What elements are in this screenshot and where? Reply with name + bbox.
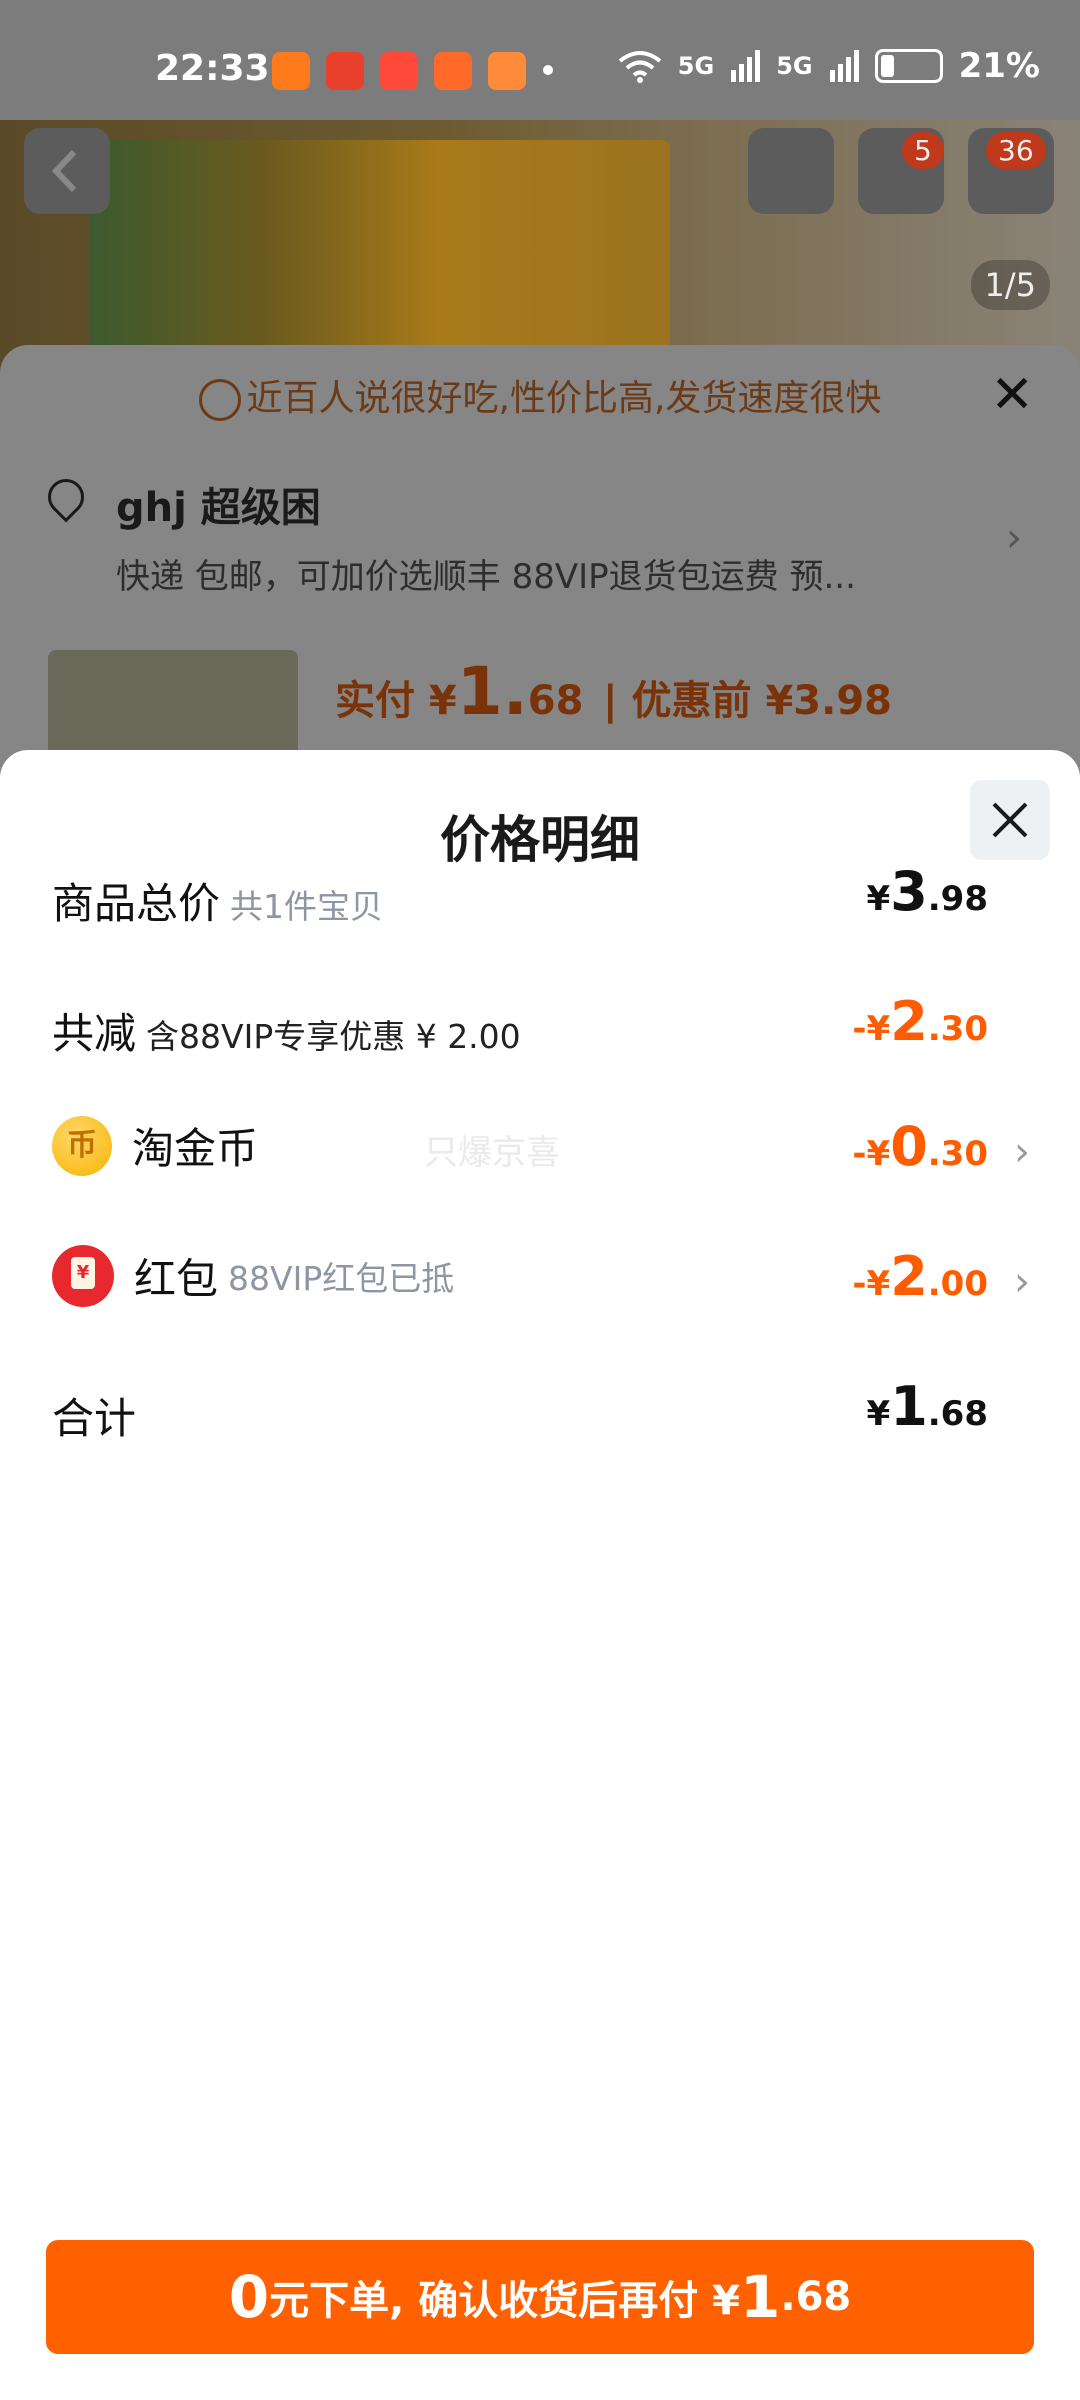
chat-bubble-icon [198,379,241,421]
row-label: 合计 [52,1385,136,1446]
coin-icon: 币 [52,1115,112,1176]
status-time: 22:33 [155,48,270,89]
review-banner-text: 近百人说很好吃,性价比高,发货速度很快 [246,378,882,419]
app-icon-1 [272,52,310,90]
signal-bars-icon-1 [731,50,761,82]
price-label: 实付 ¥ [335,678,457,724]
close-icon [992,802,1028,838]
battery-percent: 21% [958,46,1040,86]
notification-icons [272,52,526,90]
row-label: 商品总价 共1件宝贝 [52,870,383,931]
chevron-right-icon: › [1014,1129,1030,1175]
item-count: 共1件宝贝 [230,887,384,926]
total-label: 合计 [52,1394,137,1443]
place-order-button[interactable]: 0 元下单, 确认收货后再付 ¥1.68 [46,2240,1034,2354]
status-bar: 22:33 5G 5G 21% [0,0,1080,120]
cart-badge: 5 [902,132,944,169]
signal-icon-2: 5G [776,52,813,80]
more-badge: 36 [986,132,1046,169]
red-packet-amount: -¥2.00 [852,1245,988,1308]
app-icon-2 [326,52,364,90]
subtotal-label: 商品总价 [52,879,221,928]
taojinbi-amount: -¥0.30 [852,1115,988,1178]
watermark-text: 只爆京喜 [424,1133,560,1173]
chevron-right-icon: › [1006,515,1022,561]
pay-later-dec: .68 [780,2274,852,2320]
vip-discount-note: 含88VIP专享优惠 ¥ 2.00 [146,1017,521,1056]
battery-icon [874,49,943,83]
order-text: 元下单, 确认收货后再付 ¥ [269,2278,741,2324]
taojinbi-label: 淘金币 [132,1124,259,1173]
total-discount-amount: -¥2.30 [852,990,988,1053]
red-packet-note: 88VIP红包已抵 [228,1259,455,1298]
pay-later-int: 1 [740,2263,781,2331]
zero-amount: 0 [228,2263,270,2331]
row-label: 币淘金币 [52,1115,258,1176]
price-dec: 68 [527,678,584,724]
product-image [90,140,670,380]
wifi-icon [618,51,662,83]
chevron-right-icon: › [1014,1259,1030,1305]
review-banner: 近百人说很好吃,性价比高,发货速度很快 [0,369,1080,421]
subtotal-row: 商品总价 共1件宝贝 ¥3.98 [52,860,1028,940]
notification-dot-icon [543,65,553,75]
red-packet-label: 红包 [134,1254,219,1304]
price-detail-sheet: 价格明细 商品总价 共1件宝贝 ¥3.98 共减 含88VIP专享优惠 ¥ 2.00… [0,750,1080,2400]
address-name: ghj 超级困 [116,485,321,531]
image-counter: 1/5 [970,260,1050,310]
app-icon-3 [380,52,418,90]
price-int: 1. [456,653,528,730]
back-button[interactable] [24,128,110,214]
row-label: 共减 含88VIP专享优惠 ¥ 2.00 [52,1000,521,1061]
address-block[interactable]: ghj 超级困 快递 包邮，可加价选顺丰 88VIP退货包运费 预... [40,471,856,598]
delivery-info: 快递 包邮，可加价选顺丰 88VIP退货包运费 预... [116,557,856,597]
system-icons: 5G 5G 21% [618,46,1040,86]
total-row: 合计 ¥1.68 [52,1375,1028,1455]
back-arrow-icon [51,149,77,193]
subtotal-amount: ¥3.98 [866,860,988,923]
total-discount-label: 共减 [52,1009,137,1058]
price-before-discount: | 优惠前 ¥3.98 [603,678,892,724]
row-label: 红包88VIP红包已抵 [52,1245,454,1307]
signal-bars-icon-2 [829,50,859,82]
red-packet-row[interactable]: 红包88VIP红包已抵 -¥2.00 › [52,1245,1030,1325]
share-button[interactable] [748,128,834,214]
app-icon-5 [488,52,526,90]
total-discount-row: 共减 含88VIP专享优惠 ¥ 2.00 -¥2.30 [52,990,1028,1070]
actual-price: 实付 ¥1.68 | 优惠前 ¥3.98 [335,653,892,730]
total-amount: ¥1.68 [866,1375,988,1438]
close-icon[interactable]: ✕ [990,365,1034,425]
app-icon-4 [434,52,472,90]
close-button[interactable] [970,780,1050,860]
red-packet-icon [52,1245,114,1307]
signal-icon-1: 5G [677,52,715,80]
